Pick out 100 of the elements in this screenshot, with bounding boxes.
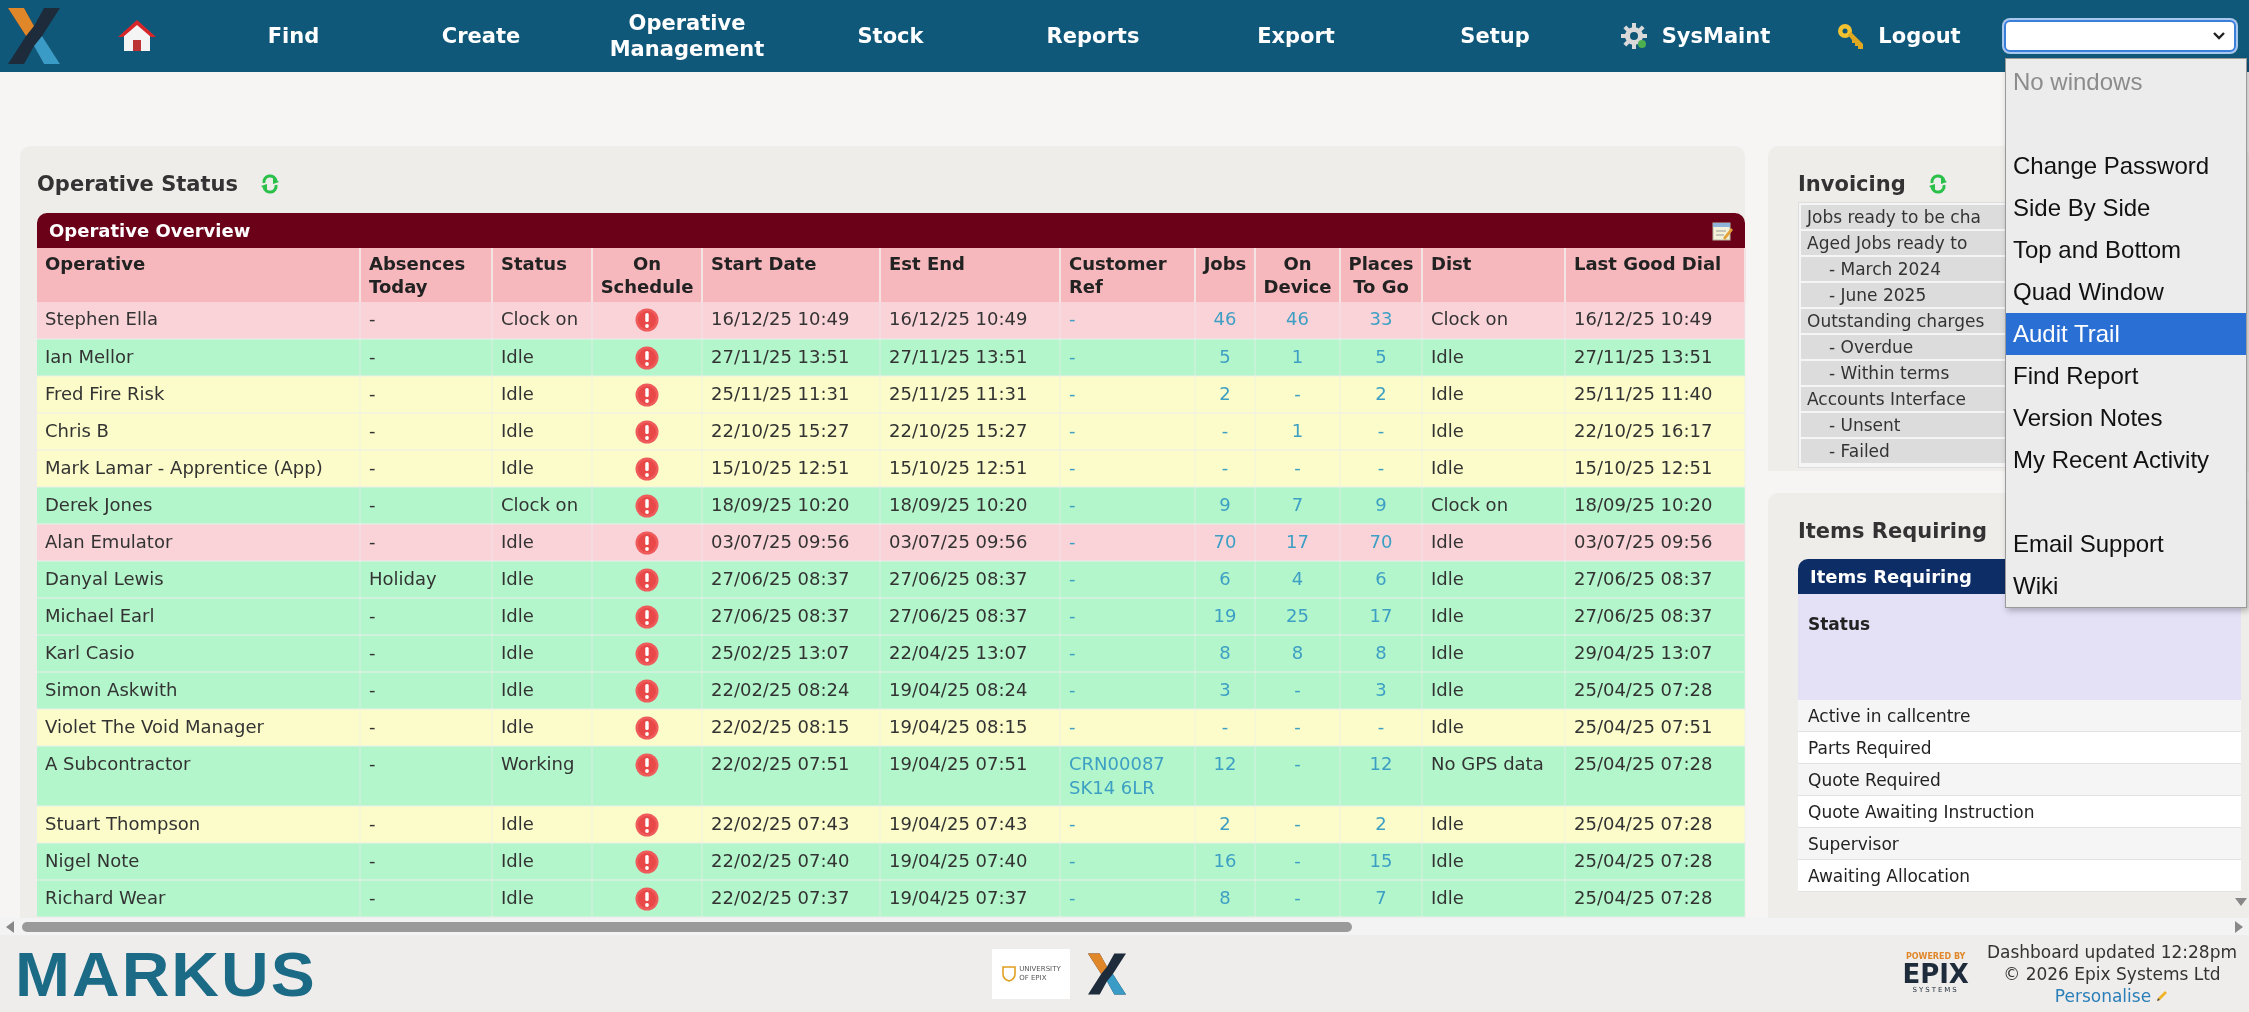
table-cell: Idle (501, 420, 534, 441)
table-cell: 19/04/25 07:43 (889, 813, 1028, 834)
table-cell: 16/12/25 10:49 (1574, 308, 1713, 329)
column-header: Operative (37, 248, 360, 302)
table-cell: Idle (1431, 887, 1464, 908)
column-header: Start Date (702, 248, 880, 302)
table-cell: Idle (501, 531, 534, 552)
table-cell: Supervisor (1798, 828, 2241, 860)
table-cell: 27/06/25 08:37 (711, 568, 850, 589)
table-cell: - (369, 308, 376, 329)
update-time: Dashboard updated 12:28pm (1986, 940, 2237, 963)
table-cell: 25/11/25 11:31 (711, 383, 850, 404)
table-cell: Idle (1431, 568, 1464, 589)
menu-option: No windows (2006, 61, 2246, 103)
table-title: Items Requiring (1810, 566, 1972, 587)
table-cell: 25/04/25 07:28 (1574, 679, 1713, 700)
column-header: Customer Ref (1060, 248, 1195, 302)
table-cell: - (369, 850, 376, 871)
table-cell: 22/02/25 08:24 (711, 679, 850, 700)
table-cell: Active in callcentre (1798, 700, 2241, 732)
table-cell: 15/10/25 12:51 (711, 457, 850, 478)
table-cell: Parts Required (1798, 732, 2241, 764)
column-header: Absences Today (360, 248, 492, 302)
table-cell: - (369, 457, 376, 478)
table-cell: Idle (1431, 679, 1464, 700)
table-cell: Richard Wear (45, 887, 166, 908)
table-cell: 25/02/25 13:07 (711, 642, 850, 663)
table-cell: Stuart Thompson (45, 813, 201, 834)
column-header: Places To Go (1340, 248, 1422, 302)
logo-text: POWERED BY (1905, 953, 1966, 961)
table-cell: 18/09/25 10:20 (889, 494, 1028, 515)
panel-title: Items Requiring (1798, 519, 1987, 543)
table-cell: - (369, 679, 376, 700)
table-cell: - (369, 813, 376, 834)
table-cell: - (369, 383, 376, 404)
column-header: On Device (1255, 248, 1340, 302)
table-cell: 25/04/25 07:28 (1574, 753, 1713, 774)
table-cell: 22/10/25 16:17 (1574, 420, 1713, 441)
table-cell: Derek Jones (45, 494, 153, 515)
table-cell: 29/04/25 13:07 (1574, 642, 1713, 663)
table-cell: 15/10/25 12:51 (889, 457, 1028, 478)
table-cell: - (369, 346, 376, 367)
table-cell: Idle (1431, 346, 1464, 367)
table-cell: Idle (501, 568, 534, 589)
table-cell: 25/04/25 07:28 (1574, 850, 1713, 871)
table-cell: 16/12/25 10:49 (711, 308, 850, 329)
table-cell: Idle (1431, 531, 1464, 552)
table-cell: Idle (1431, 716, 1464, 737)
table-cell: Mark Lamar - Apprentice (App) (45, 457, 323, 478)
table-cell: Nigel Note (45, 850, 140, 871)
table-cell: Karl Casio (45, 642, 135, 663)
table-cell: 19/04/25 08:15 (889, 716, 1028, 737)
table-cell: Idle (1431, 850, 1464, 871)
table-cell: Idle (1431, 420, 1464, 441)
table-cell: 27/11/25 13:51 (711, 346, 850, 367)
table-cell: Idle (501, 679, 534, 700)
table-cell: Holiday (369, 568, 437, 589)
brand-logo: MARKUS (15, 945, 317, 1002)
panel-title: Operative Status (37, 172, 238, 196)
table-cell: 27/06/25 08:37 (1574, 605, 1713, 626)
table-cell: 03/07/25 09:56 (889, 531, 1028, 552)
table-cell: Idle (501, 813, 534, 834)
table-cell: Idle (501, 605, 534, 626)
table-cell: - (369, 531, 376, 552)
table-cell: 27/06/25 08:37 (889, 568, 1028, 589)
table-cell: 18/09/25 10:20 (711, 494, 850, 515)
table-cell: Fred Fire Risk (45, 383, 165, 404)
table-cell: 22/02/25 07:40 (711, 850, 850, 871)
table-cell: 27/11/25 13:51 (889, 346, 1028, 367)
table-cell: 22/02/25 08:15 (711, 716, 850, 737)
table-cell: - (369, 716, 376, 737)
table-cell: 25/11/25 11:40 (1574, 383, 1713, 404)
table-cell: Clock on (501, 308, 579, 329)
table-cell: Quote Awaiting Instruction (1798, 796, 2241, 828)
logo-text: EPIX (1902, 961, 1969, 987)
table-cell: 25/04/25 07:28 (1574, 813, 1713, 834)
table-cell: No GPS data (1431, 753, 1544, 774)
table-cell: 19/04/25 08:24 (889, 679, 1028, 700)
table-cell: Alan Emulator (45, 531, 173, 552)
table-cell: 27/11/25 13:51 (1574, 346, 1713, 367)
table-cell: 03/07/25 09:56 (711, 531, 850, 552)
table-cell: Idle (1431, 457, 1464, 478)
column-header: Est End (880, 248, 1060, 302)
table-cell: Idle (1431, 605, 1464, 626)
table-cell: Idle (501, 383, 534, 404)
column-header: Last Good Dial (1565, 248, 1745, 302)
table-cell: 25/04/25 07:51 (1574, 716, 1713, 737)
table-cell: 15/10/25 12:51 (1574, 457, 1713, 478)
table-cell: 22/02/25 07:51 (711, 753, 850, 774)
table-cell: 22/02/25 07:43 (711, 813, 850, 834)
table-cell: 03/07/25 09:56 (1574, 531, 1713, 552)
table-cell: Working (501, 753, 575, 774)
column-header: Status (492, 248, 592, 302)
table-cell: Michael Earl (45, 605, 155, 626)
table-cell: Idle (1431, 642, 1464, 663)
table-cell: 16/12/25 10:49 (889, 308, 1028, 329)
table-cell: Ian Mellor (45, 346, 134, 367)
table-cell: 22/10/25 15:27 (889, 420, 1028, 441)
table-cell: 25/11/25 11:31 (889, 383, 1028, 404)
table-cell: Chris B (45, 420, 109, 441)
